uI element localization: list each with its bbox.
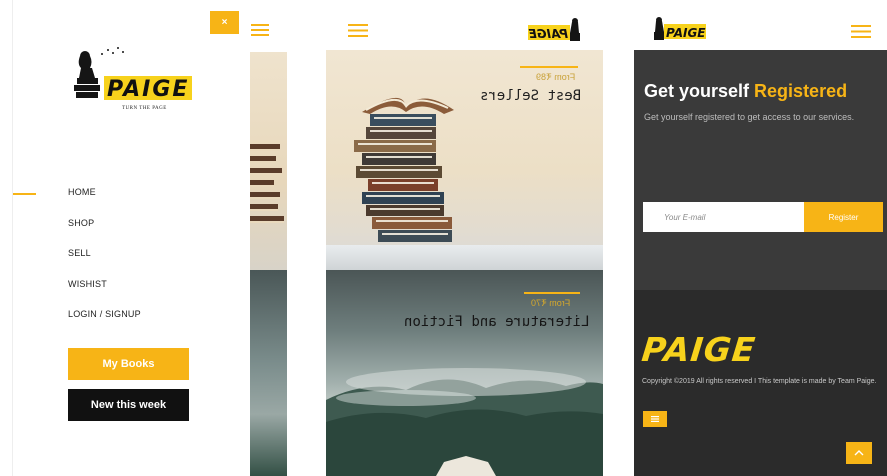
category-best-sellers[interactable]: From ₹89 Best Sellers bbox=[326, 50, 603, 270]
hamburger-icon[interactable] bbox=[851, 25, 871, 38]
nav-item-login-signup[interactable]: LOGIN / SIGNUP bbox=[68, 309, 141, 340]
mirrored-logo-icon[interactable]: PAIGE bbox=[524, 13, 582, 43]
nav-item-wishlist[interactable]: WISHIST bbox=[68, 279, 141, 310]
paige-logo[interactable]: PAIGE TURN THE PAGE bbox=[68, 42, 198, 122]
social-button[interactable] bbox=[643, 411, 667, 427]
books-banner-peek bbox=[250, 52, 287, 270]
category-title: Literature and Fiction bbox=[404, 314, 590, 330]
register-panel: PAIGE Get yourself Registered Get yourse… bbox=[634, 0, 887, 476]
chevron-up-icon bbox=[854, 450, 864, 456]
svg-text:PAIGE: PAIGE bbox=[528, 27, 568, 41]
page-behind-menu bbox=[250, 0, 287, 476]
wooden-shelf bbox=[326, 245, 603, 270]
email-field[interactable] bbox=[643, 202, 804, 232]
category-literature-fiction[interactable]: From ₹70 Literature and Fiction bbox=[326, 270, 603, 476]
mobile-header: PAIGE bbox=[634, 0, 887, 50]
mobile-header: PAIGE bbox=[326, 0, 603, 50]
nav-item-sell[interactable]: SELL bbox=[68, 248, 141, 279]
register-button[interactable]: Register bbox=[804, 202, 883, 232]
side-drawer: × PAIGE TURN THE PAGE HOME SHOP SELL WIS… bbox=[12, 0, 250, 476]
footer: PAIGE Copyright ©2019 All rights reserve… bbox=[634, 290, 887, 476]
my-books-button[interactable]: My Books bbox=[68, 348, 189, 380]
nav-item-shop[interactable]: SHOP bbox=[68, 218, 141, 249]
copyright-text: Copyright ©2019 All rights reserved I Th… bbox=[642, 378, 877, 385]
svg-text:PAIGE: PAIGE bbox=[666, 26, 706, 40]
hamburger-icon[interactable] bbox=[348, 24, 368, 37]
category-accent-line bbox=[524, 292, 580, 294]
footer-brand: PAIGE bbox=[639, 330, 758, 369]
hamburger-icon[interactable] bbox=[251, 24, 269, 36]
registration-section: Get yourself Registered Get yourself reg… bbox=[634, 50, 887, 290]
nav-item-home[interactable]: HOME bbox=[68, 187, 141, 218]
screenshot-stage: × PAIGE TURN THE PAGE HOME SHOP SELL WIS… bbox=[0, 0, 887, 476]
new-this-week-button[interactable]: New this week bbox=[68, 389, 189, 421]
menu-icon bbox=[651, 416, 659, 422]
reading-girl-logo-icon: PAIGE bbox=[74, 47, 192, 102]
categories-panel: PAIGE From ₹89 Best Sellers From ₹70 Lit… bbox=[326, 0, 603, 476]
category-price: From ₹70 bbox=[531, 298, 571, 308]
category-accent-line bbox=[520, 66, 578, 68]
register-heading-highlight: Registered bbox=[754, 81, 848, 101]
close-menu-button[interactable]: × bbox=[210, 11, 239, 34]
logo-wordmark: PAIGE bbox=[107, 77, 189, 102]
logo-tagline: TURN THE PAGE bbox=[122, 106, 167, 111]
category-title: Best Sellers bbox=[480, 88, 582, 104]
scroll-to-top-button[interactable] bbox=[846, 442, 872, 464]
main-nav: HOME SHOP SELL WISHIST LOGIN / SIGNUP bbox=[68, 187, 141, 340]
forest-banner-peek bbox=[250, 270, 287, 476]
paige-logo-icon[interactable]: PAIGE bbox=[652, 12, 710, 42]
category-price: From ₹89 bbox=[536, 72, 576, 82]
register-heading: Get yourself Registered bbox=[644, 81, 848, 101]
nav-active-indicator bbox=[13, 193, 36, 195]
close-icon: × bbox=[221, 17, 228, 28]
register-description: Get yourself registered to get access to… bbox=[644, 112, 855, 122]
